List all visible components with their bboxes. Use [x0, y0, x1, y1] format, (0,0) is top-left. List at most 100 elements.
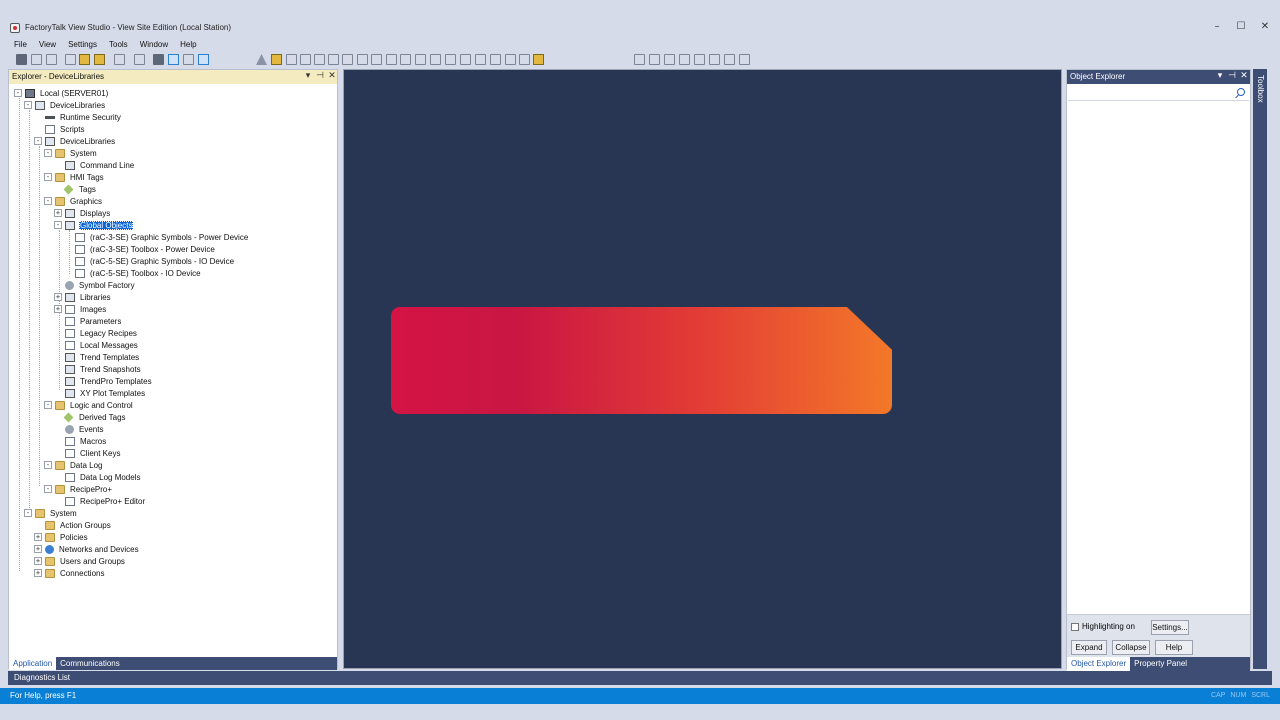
highlighting-checkbox[interactable] — [1071, 622, 1079, 631]
tree-node-recipepro-editor[interactable]: RecipePro+ Editor — [54, 495, 146, 507]
zoom-out-icon[interactable] — [445, 54, 456, 65]
repeat-icon[interactable] — [505, 54, 516, 65]
align-center-icon[interactable] — [649, 54, 660, 65]
display-icon[interactable] — [114, 54, 125, 65]
tree-node-parameters[interactable]: Parameters — [54, 315, 122, 327]
maximize-button[interactable]: ☐ — [1230, 20, 1252, 34]
library-icon[interactable] — [533, 54, 544, 65]
zoom-fit-icon[interactable] — [460, 54, 471, 65]
close-icon[interactable]: ✕ — [327, 71, 337, 81]
group-icon[interactable] — [328, 54, 339, 65]
tree-node-networks-devices[interactable]: + Networks and Devices — [34, 543, 140, 555]
tree-node-data-log-models[interactable]: Data Log Models — [54, 471, 141, 483]
tree-node-system[interactable]: - System — [44, 147, 98, 159]
tree-node-scripts[interactable]: Scripts — [34, 123, 85, 135]
tree-node-users-groups[interactable]: + Users and Groups — [34, 555, 126, 567]
center-icon[interactable] — [724, 54, 735, 65]
binoculars-icon[interactable] — [153, 54, 164, 65]
tree-node-action-groups[interactable]: Action Groups — [34, 519, 112, 531]
print-icon[interactable] — [46, 54, 57, 65]
object-search-input[interactable] — [1068, 85, 1249, 101]
tree-node-derived-tags[interactable]: Derived Tags — [54, 411, 127, 423]
tab-property-panel[interactable]: Property Panel — [1130, 657, 1191, 671]
property-icon[interactable] — [519, 54, 530, 65]
flip-icon[interactable] — [400, 54, 411, 65]
align-top-icon[interactable] — [679, 54, 690, 65]
tree-node-hmi-tags[interactable]: - HMI Tags — [44, 171, 105, 183]
dropdown-icon[interactable]: ▾ — [1215, 71, 1225, 81]
search-icon[interactable] — [1237, 88, 1245, 96]
tree-node-runtime-security[interactable]: Runtime Security — [34, 111, 122, 123]
toolbox-tab[interactable]: Toolbox — [1253, 69, 1267, 669]
tree-node-tags[interactable]: Tags — [54, 183, 97, 195]
pin-icon[interactable]: ⊣ — [315, 71, 325, 81]
tree-node-system-root[interactable]: - System — [24, 507, 78, 519]
tree-node-trend-snapshots[interactable]: Trend Snapshots — [54, 363, 142, 375]
menu-view[interactable]: View — [33, 38, 62, 52]
tree-node-libraries[interactable]: + Libraries — [54, 291, 112, 303]
tree-node-events[interactable]: Events — [54, 423, 104, 435]
expand-button[interactable]: Expand — [1071, 640, 1107, 655]
test-run-icon[interactable] — [256, 54, 267, 65]
tree-node-legacy-recipes[interactable]: Legacy Recipes — [54, 327, 138, 339]
tree-node-trendpro-templates[interactable]: TrendPro Templates — [54, 375, 153, 387]
search-zoom-icon[interactable] — [475, 54, 486, 65]
tree-node-graphics[interactable]: - Graphics — [44, 195, 103, 207]
grid-icon[interactable] — [183, 54, 194, 65]
align-icon[interactable] — [357, 54, 368, 65]
tree-node-data-log[interactable]: - Data Log — [44, 459, 103, 471]
align-left-icon[interactable] — [634, 54, 645, 65]
tree-node-logic-control[interactable]: - Logic and Control — [44, 399, 134, 411]
tree-node-global-object[interactable]: (raC-3-SE) Toolbox - Power Device — [64, 243, 216, 255]
menu-tools[interactable]: Tools — [103, 38, 134, 52]
tree-node-global-object[interactable]: (raC-3-SE) Graphic Symbols - Power Devic… — [64, 231, 249, 243]
diagnostics-bar[interactable]: Diagnostics List — [8, 671, 1272, 685]
tree-node-connections[interactable]: + Connections — [34, 567, 105, 579]
folder-open-icon[interactable] — [79, 54, 90, 65]
rotate-icon[interactable] — [415, 54, 426, 65]
minimize-button[interactable]: – — [1206, 20, 1228, 34]
ungroup-icon[interactable] — [342, 54, 353, 65]
pin-icon[interactable]: ⊣ — [1227, 71, 1237, 81]
new-icon[interactable] — [16, 54, 27, 65]
tree-node-policies[interactable]: + Policies — [34, 531, 89, 543]
tree-node-macros[interactable]: Macros — [54, 435, 107, 447]
align-middle-icon[interactable] — [694, 54, 705, 65]
zoom-in-icon[interactable] — [430, 54, 441, 65]
space-icon[interactable] — [739, 54, 750, 65]
refresh-icon[interactable] — [168, 54, 179, 65]
menu-settings[interactable]: Settings — [62, 38, 103, 52]
tree-node-command-line[interactable]: Command Line — [54, 159, 135, 171]
explorer-toggle-icon[interactable] — [94, 54, 105, 65]
tab-application[interactable]: Application — [9, 657, 57, 670]
tree-node-displays[interactable]: + Displays — [54, 207, 111, 219]
tree-node-symbol-factory[interactable]: Symbol Factory — [54, 279, 136, 291]
tree-node-images[interactable]: + Images — [54, 303, 107, 315]
save-icon[interactable] — [31, 54, 42, 65]
cut-icon[interactable] — [286, 54, 297, 65]
tree-node-root[interactable]: - Local (SERVER01) — [14, 87, 109, 99]
align-right-icon[interactable] — [664, 54, 675, 65]
help-button[interactable]: Help — [1155, 640, 1193, 655]
tree-node-local-messages[interactable]: Local Messages — [54, 339, 139, 351]
arrow-up-icon[interactable] — [198, 54, 209, 65]
collapse-button[interactable]: Collapse — [1112, 640, 1150, 655]
tree-node-global-object[interactable]: (raC-5-SE) Toolbox - IO Device — [64, 267, 202, 279]
tree-node-client-keys[interactable]: Client Keys — [54, 447, 121, 459]
copy-icon[interactable] — [300, 54, 311, 65]
tree-node-area[interactable]: - DeviceLibraries — [34, 135, 116, 147]
redo-icon[interactable] — [490, 54, 501, 65]
tree-node-xy-plot-templates[interactable]: XY Plot Templates — [54, 387, 146, 399]
menu-window[interactable]: Window — [134, 38, 174, 52]
tree-node-global-objects[interactable]: - Global Objects — [54, 219, 134, 231]
tree-node-global-object[interactable]: (raC-5-SE) Graphic Symbols - IO Device — [64, 255, 235, 267]
stop-icon[interactable] — [271, 54, 282, 65]
align-bottom-icon[interactable] — [709, 54, 720, 65]
bring-front-icon[interactable] — [371, 54, 382, 65]
highlighting-toggle[interactable]: Highlighting on — [1071, 622, 1135, 631]
tab-communications[interactable]: Communications — [56, 657, 124, 670]
workspace-canvas[interactable] — [343, 69, 1062, 669]
link-icon[interactable] — [134, 54, 145, 65]
tree-node-recipepro[interactable]: - RecipePro+ — [44, 483, 113, 495]
paste-icon[interactable] — [314, 54, 325, 65]
